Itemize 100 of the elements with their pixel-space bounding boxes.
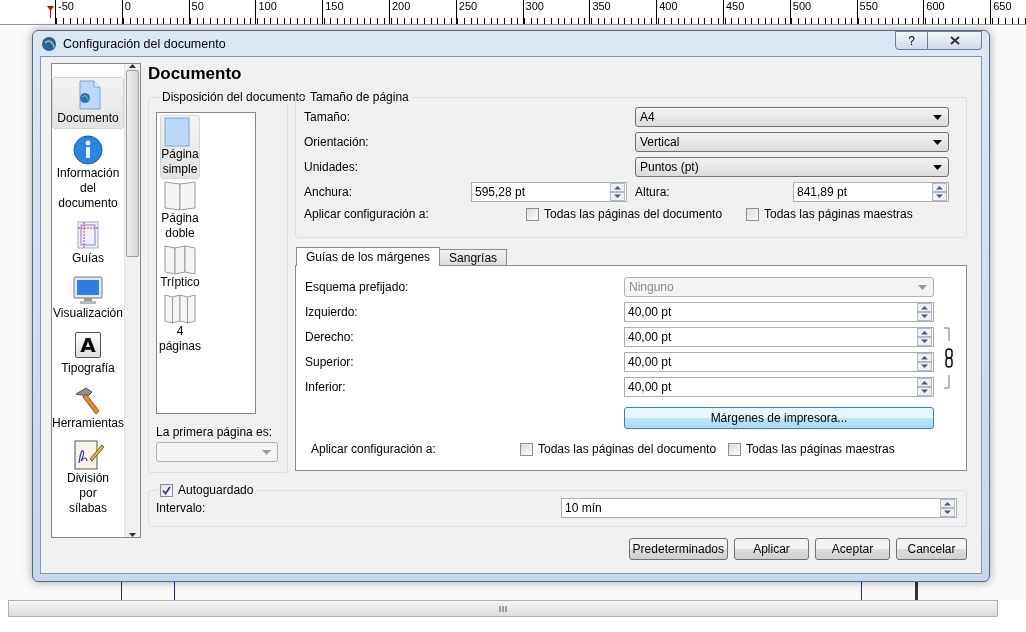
dropdown[interactable]: Vertical	[635, 132, 949, 152]
monitor-icon	[72, 274, 104, 306]
field-label: Tamaño:	[304, 110, 352, 124]
ruler-label: 400	[659, 0, 678, 12]
checkbox-label: Todas las páginas del documento	[538, 442, 717, 456]
sidebar-item[interactable]: División por sílabas	[52, 437, 124, 519]
ruler-label: 150	[325, 0, 344, 12]
caret-icon	[933, 139, 942, 145]
scroll-thumb[interactable]	[126, 70, 139, 257]
globe-icon	[41, 35, 57, 52]
sidebar-item[interactable]: Información del documento	[52, 132, 124, 214]
caret-icon	[918, 284, 927, 290]
group-title: Disposición del documento	[161, 90, 307, 104]
ruler-label: 450	[725, 0, 745, 12]
checkbox[interactable]	[746, 207, 759, 221]
ruler-label: 0	[124, 0, 131, 12]
caret-icon	[933, 114, 942, 120]
field-label: Derecho:	[305, 330, 355, 344]
ruler-label: 50	[191, 0, 204, 12]
ruler-label: 250	[458, 0, 478, 12]
layout-item[interactable]: 4 páginas	[160, 292, 200, 356]
ruler-label: 650	[993, 0, 1012, 12]
field-label: Aplicar configuración a:	[304, 207, 430, 221]
field-label: La primera página es:	[156, 425, 274, 439]
sidebar-item[interactable]: Documento	[52, 77, 124, 129]
info-icon	[72, 134, 104, 166]
sidebar-item[interactable]: A Tipografía	[52, 327, 124, 379]
folded-page-icon	[164, 294, 196, 324]
ruler-label: 100	[258, 0, 277, 12]
help-button[interactable]: ?	[895, 31, 928, 50]
checkbox[interactable]	[160, 483, 173, 497]
layout-item[interactable]: Tríptico	[160, 243, 200, 292]
spin-arrows-icon	[917, 378, 932, 396]
caret-icon	[262, 449, 271, 455]
spin-arrows-icon	[917, 353, 932, 371]
checkbox[interactable]	[520, 442, 533, 456]
caret-icon	[933, 164, 942, 170]
sidebar-item[interactable]: Guías	[52, 217, 124, 269]
close-icon	[949, 36, 960, 45]
page-heading: Documento	[148, 64, 243, 85]
field-label: Orientación:	[304, 135, 370, 149]
spin-field[interactable]: 595,28 pt	[471, 182, 627, 202]
field-label: Aplicar configuración a:	[311, 442, 437, 456]
ruler-label: 300	[525, 0, 544, 12]
spin-field[interactable]: 10 mín	[561, 498, 957, 518]
window-title: Configuración del documento	[63, 36, 227, 51]
group-title: Tamaño de página	[309, 90, 410, 104]
checkbox-label: Todas las páginas maestras	[746, 442, 895, 456]
button[interactable]: Cancelar	[896, 538, 967, 560]
checkbox-label: Autoguardado	[178, 483, 254, 497]
spin-field[interactable]: 40,00 pt	[624, 302, 934, 322]
spin-arrows-icon	[940, 499, 955, 517]
folded-page-icon	[164, 245, 196, 275]
field-label: Superior:	[305, 355, 355, 369]
spin-arrows-icon	[610, 183, 625, 201]
ruler-label: -50	[58, 0, 74, 12]
ruler-label: 200	[392, 0, 411, 12]
spin-field[interactable]: 841,89 pt	[793, 182, 949, 202]
field-label: Izquierdo:	[305, 305, 359, 319]
checkbox[interactable]	[526, 207, 539, 221]
marker-icon	[47, 6, 54, 18]
spin-field[interactable]: 40,00 pt	[624, 352, 934, 372]
button[interactable]: Predeterminados	[628, 538, 728, 560]
chain-link-icon	[943, 327, 953, 389]
folded-page-icon	[164, 181, 196, 211]
sidebar-item[interactable]: Herramientas	[52, 382, 124, 434]
grip-icon	[499, 604, 507, 613]
ruler-label: 500	[792, 0, 812, 12]
ruler-label: 350	[592, 0, 611, 12]
spin-arrows-icon	[932, 183, 947, 201]
sidebar-item[interactable]: Visualización	[52, 272, 124, 324]
arrow-up-icon	[129, 64, 136, 68]
tab[interactable]: Guías de los márgenes	[296, 247, 441, 266]
spin-field[interactable]: 40,00 pt	[624, 377, 934, 397]
arrow-down-icon	[129, 533, 136, 537]
font-icon: A	[75, 332, 101, 358]
spin-field[interactable]: 40,00 pt	[624, 327, 934, 347]
close-button[interactable]	[928, 31, 982, 50]
ruler-label: 550	[859, 0, 878, 12]
dropdown[interactable]: Puntos (pt)	[635, 157, 949, 177]
tab[interactable]: Sangrías	[439, 249, 508, 265]
ruler-label: 600	[926, 0, 945, 12]
button[interactable]: Aplicar	[734, 538, 809, 560]
layout-item[interactable]: Página simple	[160, 115, 200, 179]
field-label: Unidades:	[304, 160, 360, 174]
button[interactable]: Aceptar	[815, 538, 890, 560]
checkbox-label: Todas las páginas maestras	[764, 207, 913, 221]
dropdown[interactable]: A4	[635, 107, 949, 127]
spin-arrows-icon	[917, 303, 932, 321]
checkbox-label: Todas las páginas del documento	[544, 207, 723, 221]
checkbox[interactable]	[728, 442, 741, 456]
field-label: Anchura:	[304, 185, 354, 199]
printer-margins-button[interactable]: Márgenes de impresora...	[624, 407, 934, 429]
spin-arrows-icon	[917, 328, 932, 346]
field-label: Altura:	[634, 185, 671, 199]
field-label: Inferior:	[305, 380, 347, 394]
pen-icon	[72, 439, 104, 471]
field-label: Intervalo:	[156, 501, 207, 515]
field-label: Esquema prefijado:	[305, 280, 410, 294]
layout-item[interactable]: Página doble	[160, 179, 200, 243]
